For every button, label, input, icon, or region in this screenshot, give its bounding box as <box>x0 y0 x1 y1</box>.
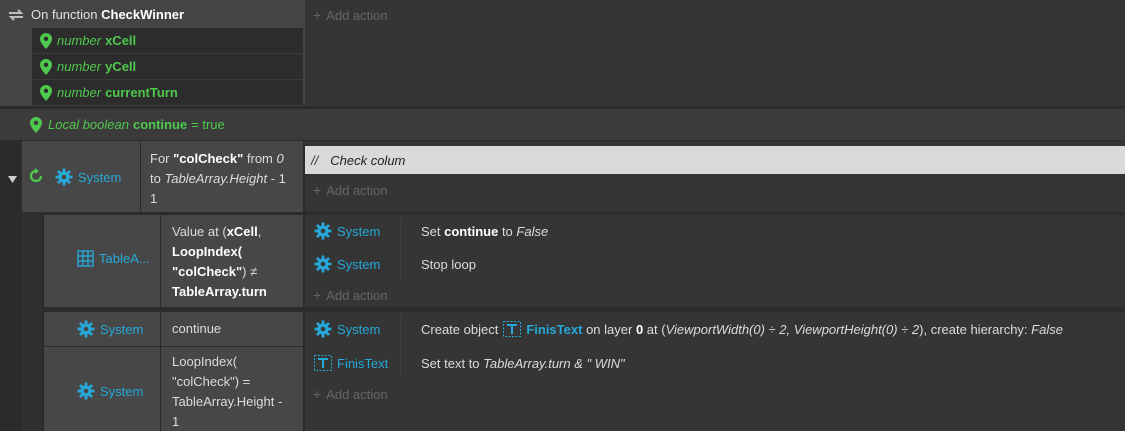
add-action-link[interactable]: + Add action <box>313 182 388 198</box>
cond-text: "colCheck") = <box>172 374 251 389</box>
system-object[interactable]: System <box>314 255 380 273</box>
gear-icon <box>55 168 73 186</box>
map-pin-icon <box>40 84 52 101</box>
map-pin-icon <box>40 32 52 49</box>
local-var-type: Local boolean <box>48 117 129 132</box>
plus-icon: + <box>313 386 322 402</box>
collapse-triangle-icon[interactable] <box>8 172 17 187</box>
finistext-object[interactable]: FinisText <box>314 355 388 371</box>
function-title: On function CheckWinner <box>31 7 184 22</box>
function-name: CheckWinner <box>101 7 185 22</box>
loop-icon <box>28 168 44 187</box>
function-param[interactable]: number yCell <box>32 54 303 80</box>
plus-icon: + <box>313 287 322 303</box>
action-description: Stop loop <box>421 256 476 272</box>
for-prefix: For <box>150 151 170 166</box>
for-to: to <box>150 171 161 186</box>
gear-icon <box>77 382 95 400</box>
object-label: System <box>78 169 122 185</box>
object-label: TableA... <box>99 251 150 266</box>
comment-text: Check colum <box>330 152 406 168</box>
add-action-label: Add action <box>326 387 388 402</box>
system-object[interactable]: System <box>314 320 380 338</box>
add-action-label: Add action <box>326 183 388 198</box>
gear-icon <box>314 222 332 240</box>
function-param[interactable]: number xCell <box>32 28 303 54</box>
action-description: Create object FinisText on layer 0 at (V… <box>421 321 1063 337</box>
local-var-name: continue <box>132 117 188 132</box>
cond-operator: ) ≠ <box>242 264 258 279</box>
param-type: number <box>57 59 102 74</box>
tablearray-object[interactable]: TableA... <box>77 250 150 267</box>
comment-bar[interactable]: // Check colum <box>305 146 1125 174</box>
plus-icon: + <box>313 182 322 198</box>
action-description: Set continue to False <box>421 223 549 239</box>
system-object[interactable]: System <box>77 320 143 338</box>
for-start: 0 <box>276 151 284 166</box>
param-name: yCell <box>105 59 137 74</box>
cond-text: continue <box>172 321 222 336</box>
object-label: System <box>100 383 144 399</box>
for-loop-object[interactable]: System <box>55 168 121 186</box>
action-row[interactable]: FinisText Set text to TableArray.turn & … <box>314 354 1114 372</box>
gear-icon <box>314 320 332 338</box>
add-action-link[interactable]: + Add action <box>313 7 388 23</box>
cond-text: 1 <box>172 414 180 429</box>
map-pin-icon <box>30 116 42 133</box>
system-object[interactable]: System <box>77 382 143 400</box>
for-var: "colCheck" <box>173 151 244 166</box>
cond-text: TableArray.Height - <box>172 394 283 409</box>
action-row[interactable]: System Create object FinisText on layer … <box>314 320 1119 338</box>
text-object-icon <box>314 355 332 371</box>
object-label: System <box>337 321 381 337</box>
param-type: number <box>57 85 102 100</box>
object-label: System <box>337 223 381 239</box>
param-name: xCell <box>105 33 137 48</box>
for-loop-condition[interactable]: For "colCheck" from 0 to TableArray.Heig… <box>141 141 303 212</box>
cond-text: , <box>257 224 262 239</box>
cond-expr: "colCheck" <box>172 264 243 279</box>
add-action-label: Add action <box>326 8 388 23</box>
cond-expr: TableArray.turn <box>172 284 267 299</box>
param-type: number <box>57 33 102 48</box>
object-label: System <box>100 321 144 337</box>
plus-icon: + <box>313 7 322 23</box>
add-action-link[interactable]: + Add action <box>313 386 388 402</box>
cond-expr: LoopIndex( <box>172 244 243 259</box>
action-description: Set text to TableArray.turn & " WIN" <box>421 355 625 371</box>
local-variable-row[interactable]: Local boolean continue = true <box>0 109 1125 140</box>
cond-text: LoopIndex( <box>172 354 238 369</box>
function-icon <box>7 7 25 26</box>
comment-slashes: // <box>311 152 319 168</box>
function-param[interactable]: number currentTurn <box>32 80 303 106</box>
object-label: FinisText <box>337 355 389 371</box>
add-action-link[interactable]: + Add action <box>313 287 388 303</box>
param-name: currentTurn <box>105 85 178 100</box>
cond-text: Value at ( <box>172 224 227 239</box>
cond-var: xCell <box>226 224 258 239</box>
gear-icon <box>77 320 95 338</box>
sub-event-2-condition-1[interactable]: continue <box>161 312 303 346</box>
grid-icon <box>77 250 94 267</box>
function-prefix: On function <box>31 7 98 22</box>
object-label: System <box>337 256 381 272</box>
function-actions-panel <box>305 0 1125 106</box>
for-from: from <box>246 151 273 166</box>
text-object-icon <box>503 321 522 337</box>
sub-event-2-condition-2[interactable]: LoopIndex( "colCheck") = TableArray.Heig… <box>161 347 303 431</box>
add-action-label: Add action <box>326 288 388 303</box>
indent-bar <box>22 212 42 431</box>
map-pin-icon <box>40 58 52 75</box>
for-end-tail: - 1 <box>270 171 286 186</box>
action-row[interactable]: System Stop loop <box>314 255 1114 273</box>
sub-event-1-condition[interactable]: Value at (xCell, LoopIndex( "colCheck") … <box>161 215 303 307</box>
local-var-value: = true <box>191 117 225 132</box>
for-end-expr: TableArray.Height <box>164 171 268 186</box>
system-object[interactable]: System <box>314 222 380 240</box>
action-row[interactable]: System Set continue to False <box>314 222 1114 240</box>
gear-icon <box>314 255 332 273</box>
